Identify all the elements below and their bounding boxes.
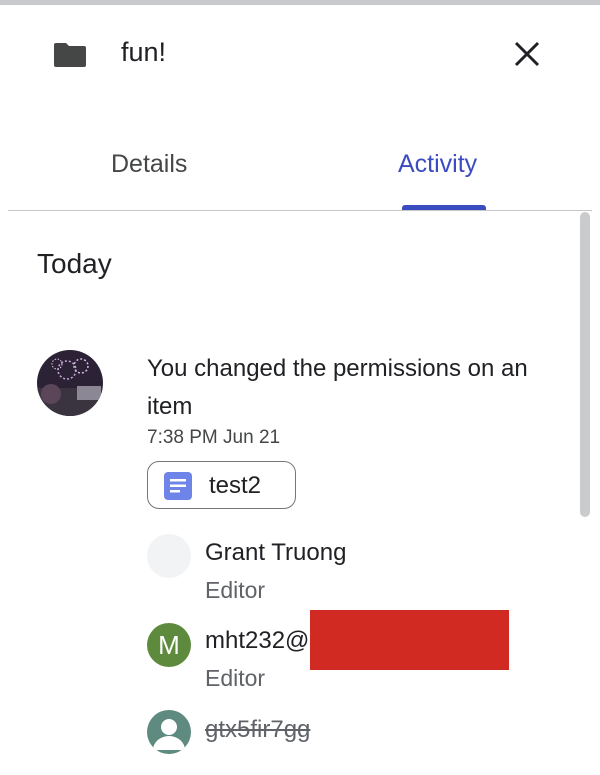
tab-activity[interactable]: Activity — [398, 150, 477, 179]
fireworks-avatar-icon — [37, 350, 103, 416]
tab-bar: Details Activity — [0, 130, 600, 210]
activity-description: You changed the permissions on an item — [147, 355, 528, 420]
tab-details[interactable]: Details — [111, 150, 187, 179]
person-name: Grant Truong — [205, 539, 347, 566]
divider — [8, 210, 592, 211]
person-name-removed: gtx5fir7gg — [205, 716, 311, 743]
person-icon — [153, 719, 185, 750]
avatar — [147, 534, 191, 578]
section-title-today: Today — [37, 248, 112, 279]
person-role: Editor — [205, 577, 266, 603]
avatar — [37, 350, 103, 416]
doc-icon — [164, 472, 192, 500]
panel-header: fun! — [0, 5, 600, 100]
avatar — [147, 710, 191, 754]
person-role: Editor — [205, 665, 266, 691]
file-name: test2 — [209, 472, 262, 499]
person-name: mht232@ — [205, 627, 310, 654]
activity-timestamp: 7:38 PM Jun 21 — [147, 427, 281, 448]
scrollbar[interactable] — [578, 212, 592, 775]
redaction-block — [310, 610, 509, 670]
scrollbar-thumb[interactable] — [580, 212, 590, 517]
file-chip[interactable]: test2 — [147, 461, 296, 509]
folder-icon — [54, 43, 86, 67]
panel-title: fun! — [121, 37, 167, 67]
close-icon[interactable] — [510, 37, 544, 71]
avatar: M — [147, 623, 191, 667]
